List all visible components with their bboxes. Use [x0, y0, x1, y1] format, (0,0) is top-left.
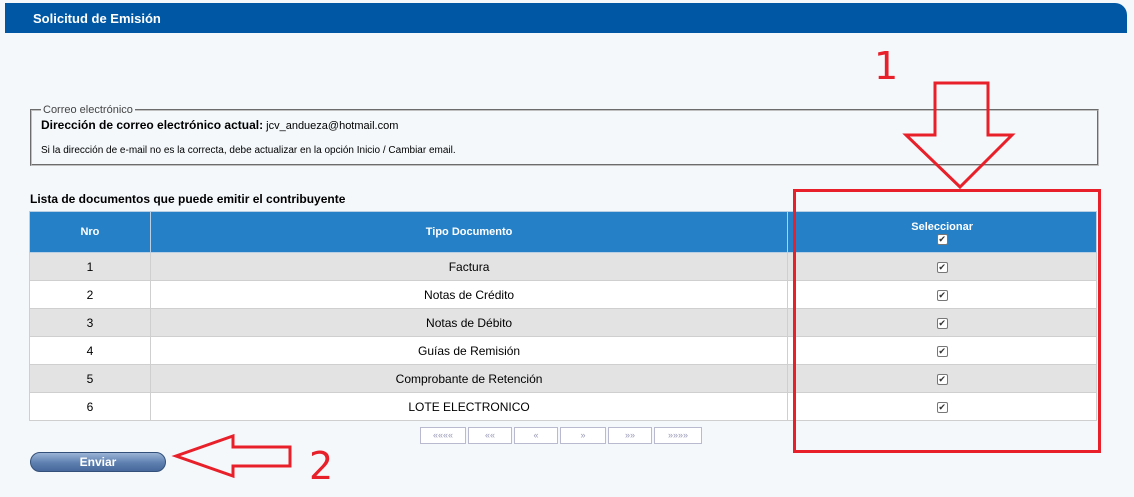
row-tipo: Notas de Crédito	[149, 280, 789, 309]
pagination: «««« «« « » »» »»»»	[420, 427, 702, 444]
email-fieldset: Correo electrónico Dirección de correo e…	[30, 104, 1099, 166]
pager-first-button[interactable]: ««««	[420, 427, 466, 444]
email-row: Dirección de correo electrónico actual: …	[41, 118, 1097, 132]
row-nro: 5	[29, 364, 151, 393]
column-header-nro: Nro	[29, 211, 151, 253]
row-tipo: Comprobante de Retención	[149, 364, 789, 393]
row-tipo: Guías de Remisión	[149, 336, 789, 365]
row-tipo: Notas de Débito	[149, 308, 789, 337]
pager-prev-page-button[interactable]: ««	[468, 427, 512, 444]
pager-next-button[interactable]: »	[560, 427, 606, 444]
annotation-arrow-left-icon	[171, 433, 292, 479]
row-nro: 1	[29, 252, 151, 281]
pager-prev-button[interactable]: «	[514, 427, 558, 444]
email-label: Dirección de correo electrónico actual:	[41, 118, 264, 132]
pager-last-button[interactable]: »»»»	[654, 427, 702, 444]
column-header-tipo: Tipo Documento	[149, 211, 789, 253]
enviar-button[interactable]: Enviar	[30, 452, 166, 472]
row-nro: 6	[29, 392, 151, 421]
documents-list-title: Lista de documentos que puede emitir el …	[30, 192, 346, 206]
row-tipo: LOTE ELECTRONICO	[149, 392, 789, 421]
page-title: Solicitud de Emisión	[33, 11, 161, 26]
email-value: jcv_andueza@hotmail.com	[266, 120, 399, 132]
annotation-highlight-box	[793, 189, 1101, 453]
page-header: Solicitud de Emisión	[5, 3, 1127, 33]
row-tipo: Factura	[149, 252, 789, 281]
row-nro: 4	[29, 336, 151, 365]
row-nro: 2	[29, 280, 151, 309]
pager-next-page-button[interactable]: »»	[608, 427, 652, 444]
annotation-marker-1: 1	[874, 44, 899, 88]
email-note: Si la dirección de e-mail no es la corre…	[41, 145, 456, 156]
email-legend: Correo electrónico	[43, 104, 133, 116]
annotation-marker-2: 2	[309, 444, 334, 488]
row-nro: 3	[29, 308, 151, 337]
